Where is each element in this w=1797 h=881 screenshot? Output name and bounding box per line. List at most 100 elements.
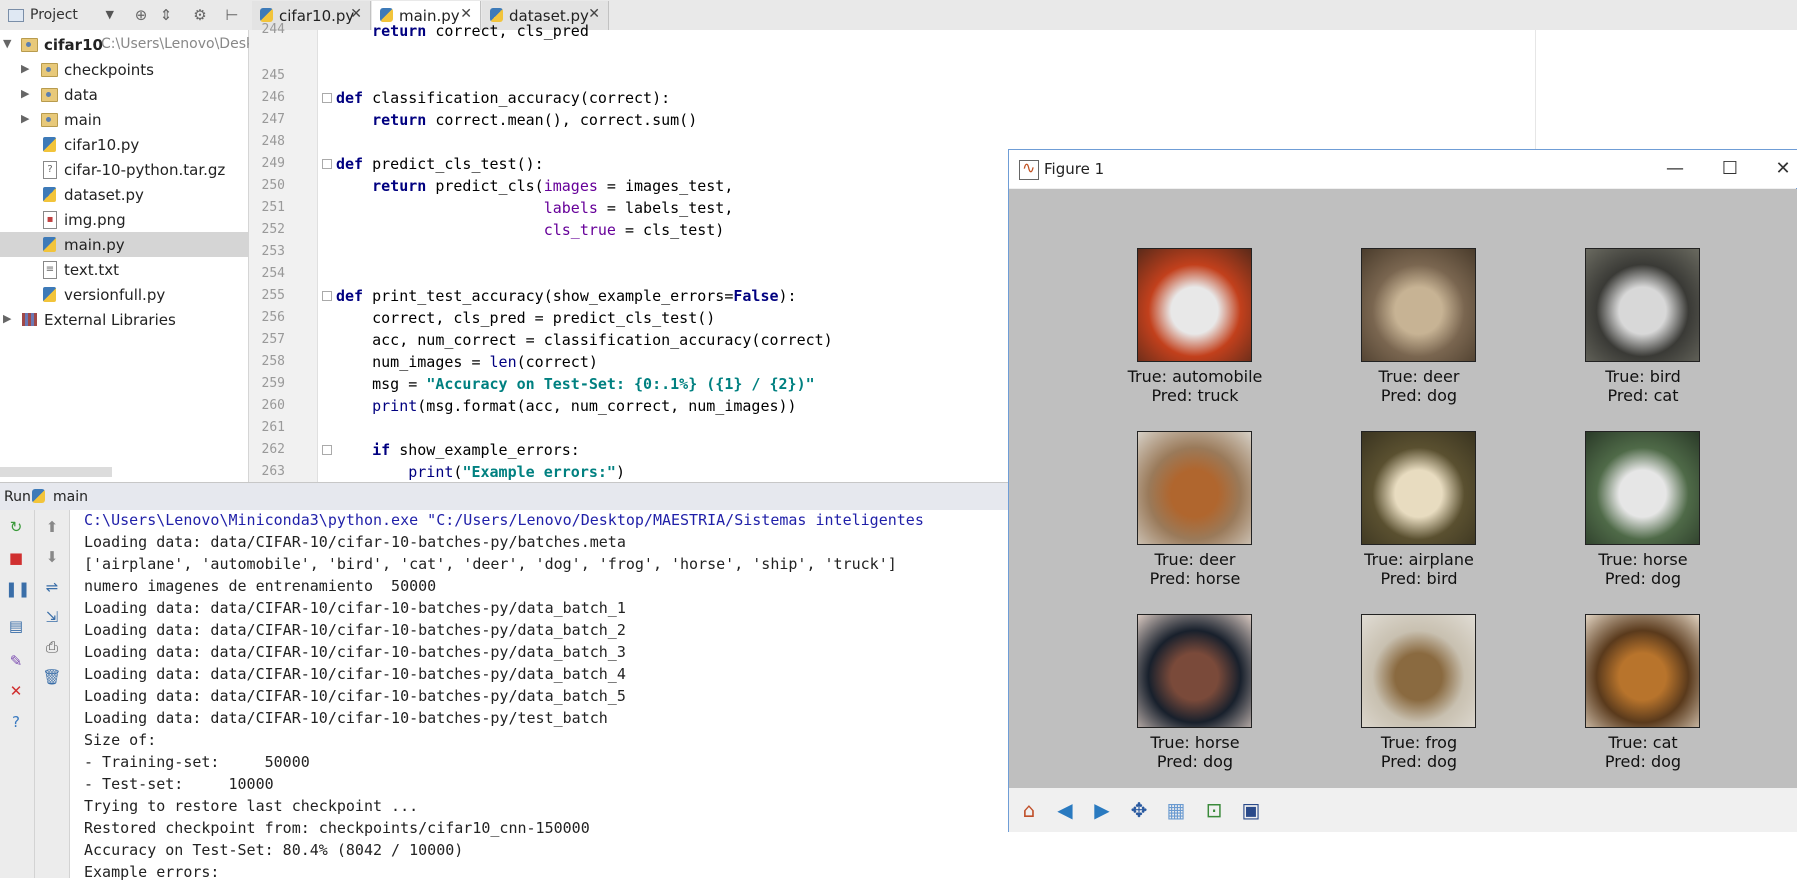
- python-file-icon: [43, 237, 56, 252]
- project-view-selector[interactable]: Project ▼: [6, 4, 118, 26]
- image-caption: True: deer Pred: dog: [1309, 367, 1529, 405]
- gear-icon[interactable]: ⚙: [190, 5, 210, 25]
- python-file-icon: [43, 137, 56, 152]
- console-line: numero imagenes de entrenamiento 50000: [84, 577, 437, 595]
- line-number: 261: [261, 420, 285, 435]
- scroll-to-end-icon[interactable]: ⇲: [41, 606, 63, 628]
- cifar-image: [1137, 614, 1252, 728]
- tree-item-main-folder[interactable]: ▶ main: [0, 107, 248, 132]
- configure-icon[interactable]: ⊡: [1198, 794, 1230, 826]
- line-number: 246: [261, 90, 285, 105]
- tree-item-archive[interactable]: ? cifar-10-python.tar.gz: [0, 157, 248, 182]
- print-icon[interactable]: ⎙: [41, 636, 63, 658]
- cifar-image: [1585, 614, 1700, 728]
- subplots-icon[interactable]: ▦: [1160, 794, 1192, 826]
- library-icon: [22, 313, 37, 326]
- forward-icon[interactable]: ▶: [1086, 794, 1118, 826]
- close-icon[interactable]: ✕: [460, 6, 472, 22]
- pan-icon[interactable]: ✥: [1123, 794, 1155, 826]
- code-line: return correct, cls_pred: [336, 22, 589, 40]
- fold-marker-icon[interactable]: [322, 93, 332, 103]
- pin-icon[interactable]: ✎: [5, 650, 27, 672]
- image-caption: True: cat Pred: dog: [1533, 733, 1753, 771]
- python-file-icon: [32, 489, 45, 503]
- chevron-right-icon[interactable]: ▶: [21, 87, 29, 100]
- rerun-icon[interactable]: ↻: [5, 516, 27, 538]
- line-number: 250: [261, 178, 285, 193]
- pred-label: Pred: dog: [1156, 752, 1234, 771]
- maximize-icon[interactable]: ☐: [1715, 156, 1745, 182]
- code-line: return correct.mean(), correct.sum(): [336, 111, 698, 129]
- code-line: correct, cls_pred = predict_cls_test(): [336, 309, 716, 327]
- collapse-all-icon[interactable]: ⇕: [156, 5, 176, 25]
- hide-panel-icon[interactable]: ⊢: [222, 5, 242, 25]
- back-icon[interactable]: ◀: [1049, 794, 1081, 826]
- folder-icon: [41, 63, 58, 77]
- tree-item-label: cifar-10-python.tar.gz: [64, 161, 226, 179]
- true-label: True: airplane: [1364, 550, 1474, 569]
- save-icon[interactable]: ▣: [1235, 794, 1267, 826]
- line-number: 255: [261, 288, 285, 303]
- console-line: Restored checkpoint from: checkpoints/ci…: [84, 819, 590, 837]
- folder-icon: [41, 113, 58, 127]
- tree-item-cifar10-py[interactable]: cifar10.py: [0, 132, 248, 157]
- close-icon[interactable]: ✕: [5, 680, 27, 702]
- arrow-up-icon[interactable]: ⬆: [41, 516, 63, 538]
- fold-marker-icon[interactable]: [322, 445, 332, 455]
- home-icon[interactable]: ⌂: [1013, 794, 1045, 826]
- close-icon[interactable]: ✕: [1768, 156, 1797, 182]
- tree-item-text-txt[interactable]: ≡ text.txt: [0, 257, 248, 282]
- image-caption: True: deer Pred: horse: [1085, 550, 1305, 588]
- console-line: - Test-set: 10000: [84, 775, 274, 793]
- python-file-icon: [43, 287, 56, 302]
- console-line: Loading data: data/CIFAR-10/cifar-10-bat…: [84, 621, 626, 639]
- tree-item-versionfull-py[interactable]: versionfull.py: [0, 282, 248, 307]
- run-config-name[interactable]: main: [53, 489, 88, 505]
- close-icon[interactable]: ✕: [350, 6, 362, 22]
- tree-item-label: External Libraries: [44, 311, 176, 329]
- chevron-right-icon[interactable]: ▶: [21, 112, 29, 125]
- fold-marker-icon[interactable]: [322, 291, 332, 301]
- console-line: Loading data: data/CIFAR-10/cifar-10-bat…: [84, 687, 626, 705]
- trash-icon[interactable]: 🗑: [41, 666, 63, 688]
- soft-wrap-icon[interactable]: ⇌: [41, 576, 63, 598]
- project-selector-label: Project: [30, 7, 78, 23]
- restore-layout-icon[interactable]: ▤: [5, 615, 27, 637]
- scroll-from-source-icon[interactable]: ⊕: [131, 5, 151, 25]
- cifar-image: [1585, 248, 1700, 362]
- tree-item-data[interactable]: ▶ data: [0, 82, 248, 107]
- chevron-down-icon[interactable]: ▼: [3, 37, 11, 50]
- fold-marker-icon[interactable]: [322, 159, 332, 169]
- chevron-right-icon[interactable]: ▶: [21, 62, 29, 75]
- tree-item-checkpoints[interactable]: ▶ checkpoints: [0, 57, 248, 82]
- stop-icon[interactable]: ■: [5, 547, 27, 569]
- tree-item-dataset-py[interactable]: dataset.py: [0, 182, 248, 207]
- console-line: Accuracy on Test-Set: 80.4% (8042 / 1000…: [84, 841, 464, 859]
- figure-titlebar[interactable]: Figure 1 — ☐ ✕: [1009, 150, 1797, 188]
- true-label: True: deer: [1378, 367, 1460, 386]
- minimize-icon[interactable]: —: [1660, 156, 1690, 182]
- console-toolbar: ⬆ ⬇ ⇌ ⇲ ⎙ 🗑: [35, 510, 70, 878]
- pred-label: Pred: dog: [1604, 569, 1682, 588]
- image-caption: True: horse Pred: dog: [1533, 550, 1753, 588]
- tree-root[interactable]: ▼ cifar10 C:\Users\Lenovo\Desk: [0, 32, 254, 57]
- chevron-right-icon[interactable]: ▶: [3, 312, 11, 325]
- close-icon[interactable]: ✕: [588, 6, 600, 22]
- tree-item-label: checkpoints: [64, 61, 154, 79]
- arrow-down-icon[interactable]: ⬇: [41, 546, 63, 568]
- line-number: 260: [261, 398, 285, 413]
- console-line: ['airplane', 'automobile', 'bird', 'cat'…: [84, 555, 897, 573]
- run-panel-header: Run main: [0, 482, 1008, 511]
- tree-item-external-libraries[interactable]: ▶ External Libraries: [0, 307, 248, 332]
- tree-item-img-png[interactable]: ▪ img.png: [0, 207, 248, 232]
- cifar-image: [1361, 431, 1476, 545]
- true-label: True: frog: [1380, 733, 1458, 752]
- tree-item-main-py[interactable]: main.py: [0, 232, 248, 257]
- tree-item-label: text.txt: [64, 261, 120, 279]
- tree-item-label: cifar10.py: [64, 136, 140, 154]
- pause-icon[interactable]: ❚❚: [5, 578, 30, 600]
- help-icon[interactable]: ?: [5, 711, 27, 733]
- horizontal-scrollbar[interactable]: [0, 467, 112, 477]
- pred-label: Pred: bird: [1380, 569, 1458, 588]
- unknown-file-icon: ?: [43, 161, 57, 179]
